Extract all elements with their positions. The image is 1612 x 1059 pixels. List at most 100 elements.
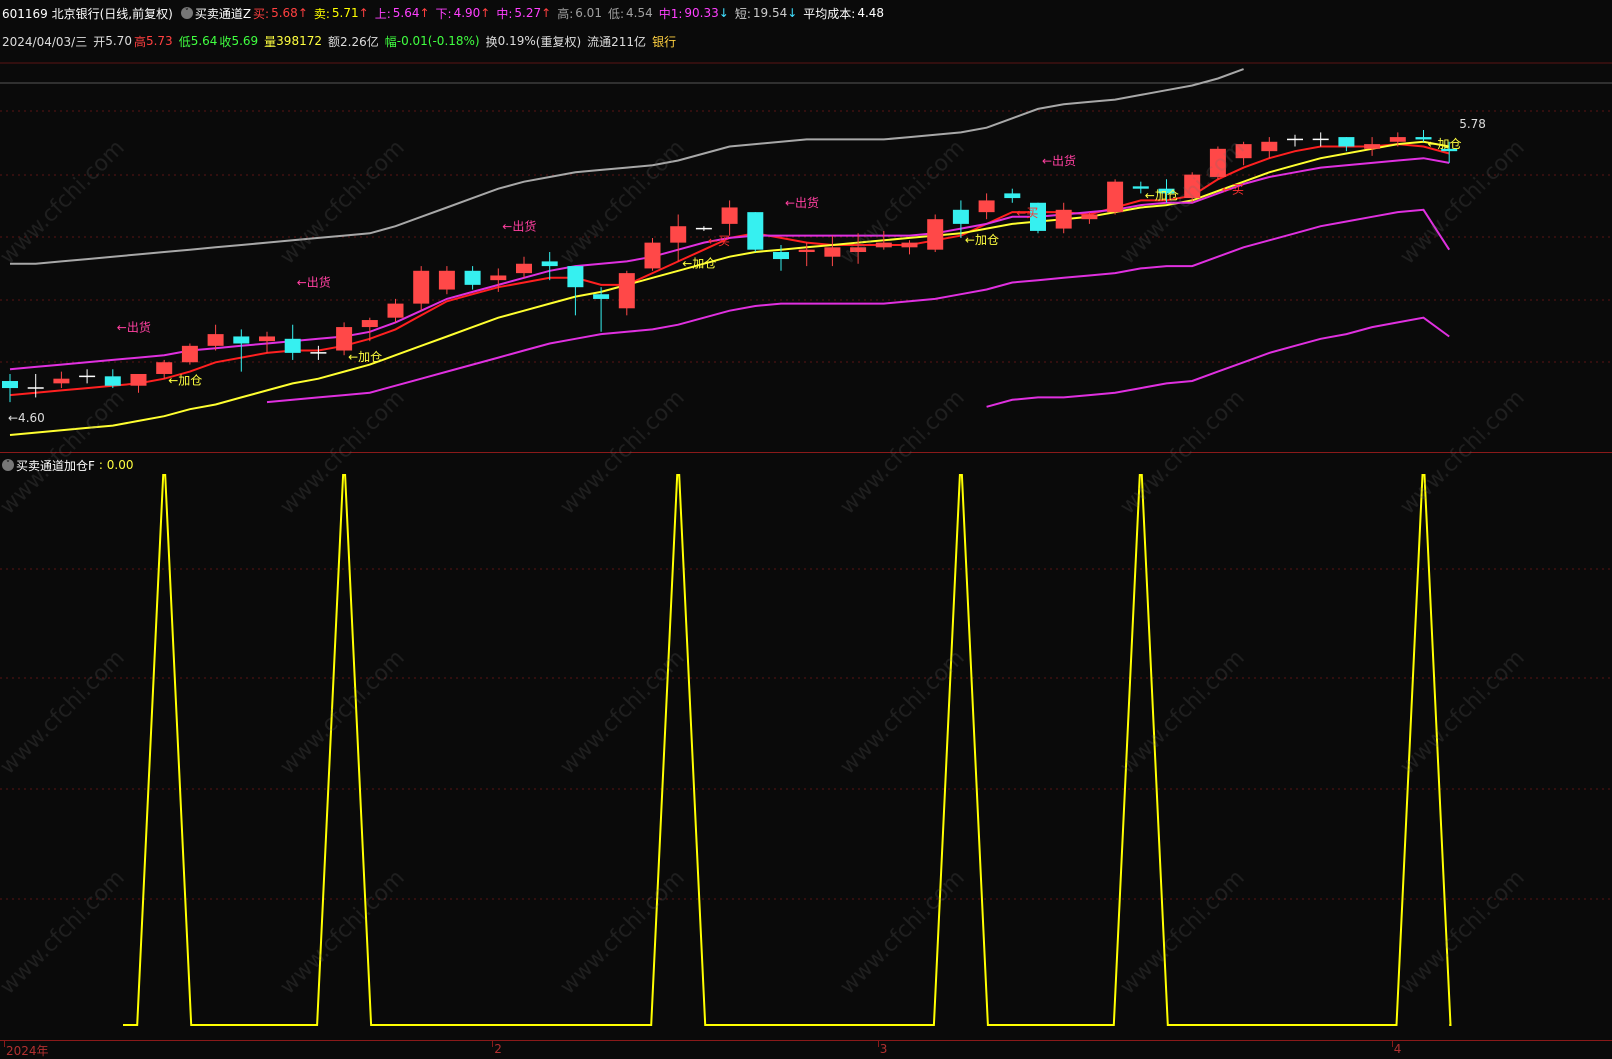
annotation-out: ←出货: [1042, 153, 1076, 168]
candle[interactable]: [695, 226, 712, 231]
candle-body: [567, 266, 584, 288]
annotation-low: ←4.60: [8, 411, 45, 425]
candle-body: [413, 270, 430, 304]
candle[interactable]: [130, 373, 147, 393]
candle[interactable]: [438, 266, 455, 295]
candle[interactable]: [1338, 137, 1355, 152]
candle-body: [1081, 214, 1098, 220]
candle-body: [1338, 137, 1355, 147]
candle-body: [104, 376, 121, 386]
candle-body: [284, 338, 301, 353]
candle-body: [181, 345, 198, 363]
candlestick-chart[interactable]: ←4.60 ←出货 ←加仓 ←出货 ←加仓 ←出货 ←加仓 ←买 ←出货 ←加仓 ←买 ←出货 ←加仓 ←…: [0, 0, 1612, 452]
candle-body: [593, 294, 610, 299]
candle[interactable]: [53, 371, 70, 389]
candle[interactable]: [1261, 137, 1278, 159]
candle[interactable]: [1004, 188, 1021, 203]
candle[interactable]: [1107, 179, 1124, 215]
candle-body: [1261, 141, 1278, 152]
candle[interactable]: [1312, 132, 1329, 147]
candle-body: [1389, 137, 1406, 142]
candle[interactable]: [567, 266, 584, 316]
candle-body: [721, 207, 738, 224]
candle-body: [259, 336, 275, 342]
candle-body: [1107, 181, 1124, 213]
annotation-buy: ←买: [1222, 182, 1244, 196]
candle[interactable]: [413, 266, 430, 311]
candle-body: [541, 261, 558, 267]
candle-body: [747, 212, 764, 250]
candle[interactable]: [516, 256, 532, 278]
x-tick: [4, 1041, 5, 1047]
candle-body: [1055, 209, 1072, 229]
x-tick: [1391, 1041, 1393, 1047]
candle[interactable]: [1364, 137, 1381, 156]
candle-body: [233, 336, 250, 344]
annotation-add: ←加仓: [965, 233, 999, 247]
x-tick-label: 2: [494, 1042, 502, 1056]
annotation-buy: ←买: [1016, 206, 1038, 220]
annotation-high: 5.78: [1459, 117, 1486, 131]
candle-body: [464, 270, 481, 285]
candle[interactable]: [644, 237, 661, 271]
price-grid: [0, 62, 1612, 363]
candle[interactable]: [2, 373, 18, 403]
annotation-add: ←加仓: [682, 256, 716, 270]
candle[interactable]: [207, 324, 224, 351]
candle-body: [1004, 193, 1021, 199]
candle[interactable]: [233, 329, 250, 372]
candle[interactable]: [1287, 134, 1303, 147]
candle[interactable]: [721, 200, 738, 236]
annotation-add: ←加仓: [1428, 137, 1462, 151]
signal-grid: [0, 568, 1612, 900]
x-axis: 2024年 2 3 4: [0, 1040, 1612, 1058]
candle-body: [670, 226, 687, 243]
annotation-out: ←出货: [117, 319, 151, 334]
candle[interactable]: [927, 214, 944, 253]
candle[interactable]: [1055, 202, 1072, 234]
candle-body: [490, 275, 507, 281]
candle[interactable]: [747, 212, 764, 253]
x-tick: [492, 1041, 494, 1047]
candle[interactable]: [670, 214, 687, 262]
candle[interactable]: [310, 345, 327, 360]
candle[interactable]: [181, 343, 198, 365]
candle-body: [336, 327, 353, 351]
x-tick-label: 4: [1393, 1042, 1402, 1056]
x-tick-label: 3: [879, 1042, 888, 1056]
x-tick-label: 2024年: [6, 1044, 49, 1058]
candle-body: [438, 270, 455, 290]
candle-body: [978, 200, 995, 213]
candle-body: [952, 209, 969, 224]
annotation-out: ←出货: [785, 195, 819, 210]
candle-body: [53, 378, 70, 384]
candle[interactable]: [618, 270, 635, 316]
candle-body: [644, 242, 661, 269]
annotation-add: ←加仓: [348, 350, 382, 364]
candle-body: [387, 303, 404, 318]
candle[interactable]: [284, 324, 301, 360]
annotation-buy: ←买: [708, 234, 730, 248]
candle-body: [927, 219, 944, 250]
candle-body: [516, 263, 532, 274]
annotation-out: ←出货: [297, 275, 331, 290]
candle[interactable]: [79, 369, 96, 384]
candle-body: [1364, 144, 1381, 149]
x-tick: [877, 1041, 879, 1047]
candle-body: [207, 334, 224, 346]
candle-body: [2, 381, 18, 389]
candle-body: [901, 242, 918, 248]
candle-body: [156, 362, 173, 374]
signal-chart[interactable]: [0, 453, 1612, 1038]
candle-body: [130, 373, 147, 386]
annotation-out: ←出货: [502, 218, 536, 233]
candle-body: [361, 320, 378, 328]
candle-body: [773, 252, 789, 260]
candle-body: [618, 273, 635, 309]
candle-body: [798, 249, 815, 253]
series-line-4: [986, 316, 1450, 408]
candle[interactable]: [464, 266, 481, 290]
candle[interactable]: [978, 193, 995, 220]
candle[interactable]: [901, 240, 918, 255]
candle[interactable]: [541, 252, 558, 281]
